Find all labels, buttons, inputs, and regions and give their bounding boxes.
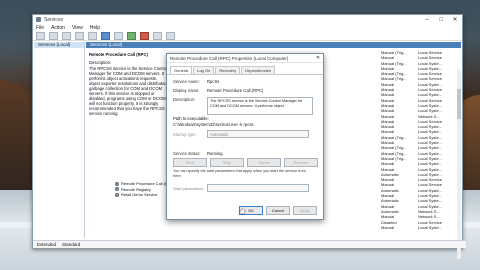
menu-file[interactable]: File bbox=[36, 25, 44, 31]
rpc-properties-dialog: Remote Procedure Call (RPC) Properties (… bbox=[166, 53, 324, 220]
dialog-close-icon[interactable]: ✕ bbox=[313, 55, 323, 61]
tab-dependencies[interactable]: Dependencies bbox=[241, 66, 275, 74]
description-heading: Description: bbox=[89, 60, 112, 65]
service-status-label: Service status: bbox=[173, 151, 201, 156]
restart-service-icon[interactable] bbox=[166, 31, 175, 40]
dialog-title-bar: Remote Procedure Call (RPC) Properties (… bbox=[167, 54, 323, 63]
display-name-row: Display name: Remote Procedure Call (RPC… bbox=[173, 88, 263, 93]
service-control-buttons: Start Stop Pause Resume bbox=[173, 158, 318, 167]
log-on-as-cell: Local Syste... bbox=[418, 224, 443, 230]
display-name-label: Display name: bbox=[173, 88, 200, 93]
tree-silhouette-left bbox=[0, 80, 36, 200]
refresh-icon[interactable] bbox=[75, 31, 84, 40]
service-name-label: Service name: bbox=[173, 79, 200, 84]
menu-help[interactable]: Help bbox=[90, 25, 100, 31]
dialog-tabs: General Log On Recovery Dependencies bbox=[167, 66, 323, 75]
view-tabs: Extended Standard bbox=[33, 240, 466, 248]
export-icon[interactable] bbox=[88, 31, 97, 40]
service-name-row: Service name: RpcSs bbox=[173, 79, 219, 84]
service-status-value: Running bbox=[207, 151, 223, 156]
path-label: Path to executable: bbox=[173, 116, 209, 121]
startup-type-label: Startup type: bbox=[173, 131, 197, 137]
description-text: The RPCSS service is the Service Control… bbox=[89, 66, 168, 116]
tab-general[interactable]: General bbox=[170, 66, 193, 74]
startup-type-select[interactable]: Automatic bbox=[207, 130, 309, 138]
maximize-icon[interactable]: □ bbox=[434, 15, 448, 24]
cancel-button[interactable]: Cancel bbox=[266, 206, 290, 215]
path-value: C:\Windows\system32\svchost.exe -k rpcss bbox=[173, 122, 254, 127]
start-params-input[interactable] bbox=[207, 184, 309, 192]
description-box[interactable]: The RPCSS service is the Service Control… bbox=[207, 97, 313, 115]
vertical-scrollbar[interactable] bbox=[457, 69, 461, 259]
description-label: Description: bbox=[173, 97, 196, 102]
status-cell bbox=[326, 225, 381, 230]
stop-button[interactable]: Stop bbox=[210, 158, 244, 167]
services-columns: Manual (Trig... Local Service Manual Local … bbox=[326, 50, 461, 230]
close-icon[interactable]: ✕ bbox=[448, 15, 462, 24]
window-title: Services bbox=[44, 16, 64, 23]
description-row: Description: The RPCSS service is the Se… bbox=[173, 97, 313, 115]
selected-service-name: Remote Procedure Call (RPC) bbox=[89, 52, 148, 57]
tab-recovery[interactable]: Recovery bbox=[215, 66, 241, 74]
table-row[interactable]: Manual Local Syste... bbox=[326, 225, 461, 230]
dialog-buttons: OK Cancel Apply bbox=[239, 206, 317, 215]
tab-log-on[interactable]: Log On bbox=[193, 66, 215, 74]
pane-header: Services (Local) bbox=[86, 42, 461, 48]
scrollbar-thumb[interactable] bbox=[457, 89, 461, 119]
service-name-value: RpcSs bbox=[207, 79, 220, 84]
start-button[interactable]: Start bbox=[173, 158, 207, 167]
service-status-row: Service status: Running bbox=[173, 151, 223, 156]
display-name-value: Remote Procedure Call (RPC) bbox=[207, 88, 264, 93]
back-icon[interactable] bbox=[36, 31, 45, 40]
console-tree-icon[interactable] bbox=[62, 31, 71, 40]
pause-service-icon[interactable] bbox=[153, 31, 162, 40]
extended-description-panel: Remote Procedure Call (RPC) Description:… bbox=[86, 50, 172, 118]
service-gear-icon bbox=[115, 187, 119, 192]
pause-button[interactable]: Pause bbox=[247, 158, 281, 167]
console-tree: Services (Local) bbox=[34, 42, 85, 238]
path-label-row: Path to executable: bbox=[173, 116, 209, 121]
start-params-help: You can specify the start parameters tha… bbox=[173, 169, 306, 178]
properties-icon[interactable] bbox=[114, 31, 123, 40]
start-params-label: Start parameters: bbox=[173, 185, 204, 191]
toolbar bbox=[33, 31, 462, 41]
startup-type-cell: Manual bbox=[381, 224, 395, 230]
startup-type-row: Startup type: Automatic bbox=[173, 130, 309, 138]
stop-service-icon[interactable] bbox=[140, 31, 149, 40]
forward-icon[interactable] bbox=[49, 31, 58, 40]
start-params-row: Start parameters: bbox=[173, 184, 309, 192]
tab-extended[interactable]: Extended bbox=[37, 242, 56, 247]
help-icon[interactable] bbox=[101, 31, 110, 40]
dialog-title: Remote Procedure Call (RPC) Properties (… bbox=[170, 55, 289, 61]
menu-view[interactable]: View bbox=[72, 25, 83, 31]
services-app-icon bbox=[36, 17, 41, 22]
minimize-icon[interactable]: – bbox=[420, 15, 434, 24]
tree-node-services-local[interactable]: Services (Local) bbox=[34, 42, 84, 48]
menu-bar: File Action View Help bbox=[33, 24, 462, 31]
service-gear-icon bbox=[115, 192, 119, 197]
service-gear-icon bbox=[115, 181, 119, 186]
path-row: C:\Windows\system32\svchost.exe -k rpcss bbox=[173, 122, 254, 127]
resume-button[interactable]: Resume bbox=[284, 158, 318, 167]
tab-standard[interactable]: Standard bbox=[62, 242, 80, 247]
menu-action[interactable]: Action bbox=[51, 25, 65, 31]
title-bar: Services – □ ✕ bbox=[33, 15, 462, 24]
start-service-icon[interactable] bbox=[127, 31, 136, 40]
apply-button[interactable]: Apply bbox=[293, 206, 317, 215]
